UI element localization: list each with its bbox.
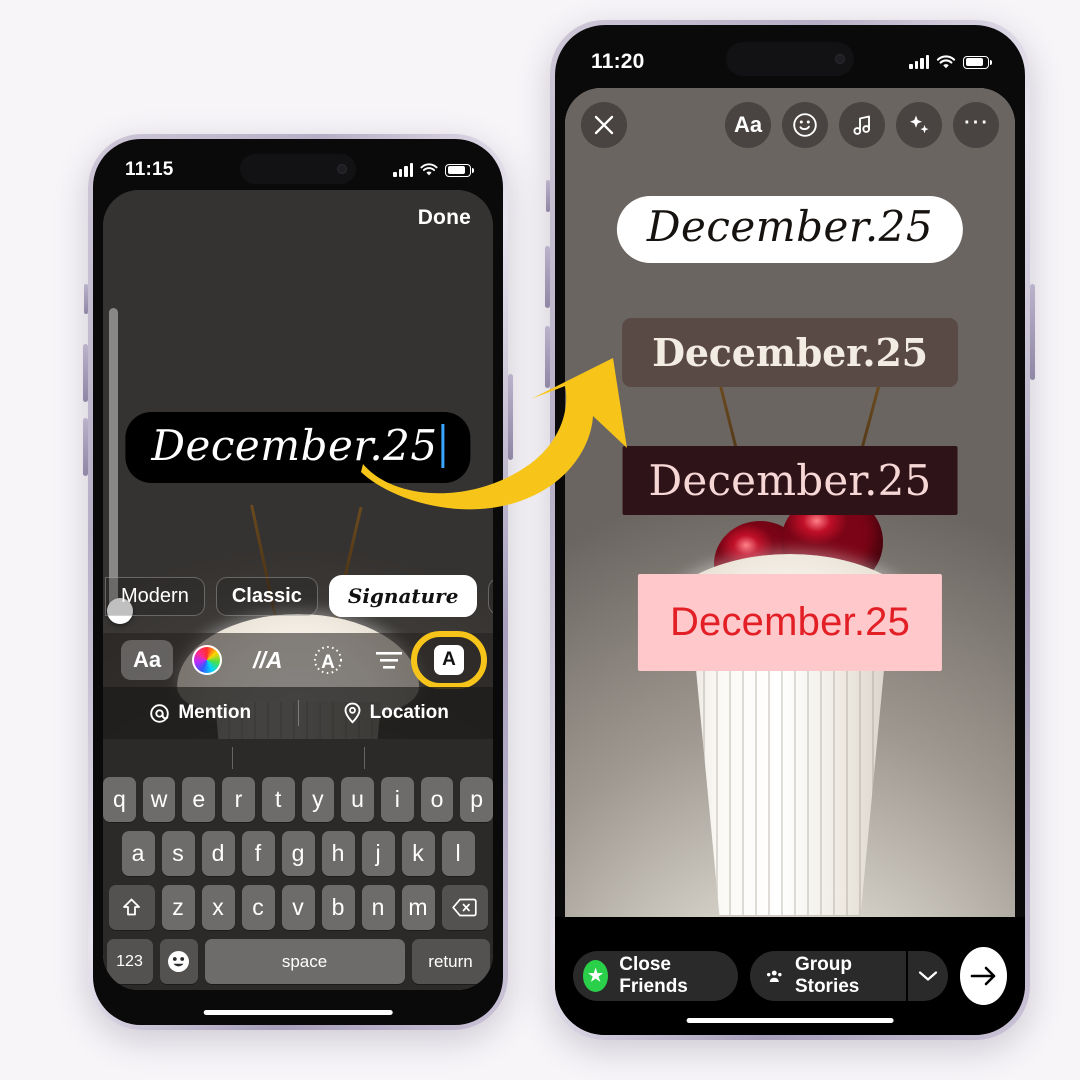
mention-location-row: Mention Location [103, 687, 493, 739]
key-o[interactable]: o [420, 777, 454, 822]
highlight-ring [410, 631, 487, 689]
wifi-icon [936, 55, 956, 68]
key-y[interactable]: y [301, 777, 335, 822]
battery-icon [963, 55, 992, 69]
location-button[interactable]: Location [299, 702, 494, 724]
keyboard-row-2: a s d f g h j k l [103, 831, 493, 876]
key-q[interactable]: q [103, 777, 136, 822]
status-time: 11:15 [125, 159, 174, 180]
close-friends-label: Close Friends [619, 954, 688, 997]
close-icon[interactable] [581, 102, 627, 148]
mention-button[interactable]: Mention [103, 702, 298, 724]
text-background-icon[interactable]: A [410, 631, 487, 689]
font-chip-editor[interactable]: Editor [488, 577, 493, 615]
text-align-icon[interactable] [363, 640, 415, 680]
group-stories-button[interactable]: Group Stories [750, 951, 907, 1001]
aa-size-icon[interactable]: Aa [121, 640, 173, 680]
space-key[interactable]: space [204, 939, 405, 984]
keyboard: q w e r t y u i o p a s d f g h j k l z … [103, 739, 493, 990]
mention-label: Mention [178, 702, 252, 723]
keyboard-row-3: z x c v b n m [103, 885, 493, 930]
canvas: 11:15 Done December.25 Modern Classic Si… [0, 0, 1080, 1080]
at-icon [150, 703, 170, 723]
key-f[interactable]: f [241, 831, 275, 876]
right-status-bar: 11:20 [565, 36, 1015, 88]
story-top-bar: Aa ⋯ [565, 102, 1015, 148]
svg-text:A: A [321, 652, 335, 673]
annotation-arrow [361, 358, 627, 510]
text-effect-icon[interactable]: A [302, 640, 354, 680]
key-b[interactable]: b [321, 885, 355, 930]
star-icon: ★ [583, 960, 609, 992]
chevron-down-icon[interactable] [906, 951, 949, 1001]
emoji-icon[interactable] [159, 939, 198, 984]
key-l[interactable]: l [441, 831, 475, 876]
key-k[interactable]: k [401, 831, 435, 876]
pin-icon [344, 702, 361, 724]
wifi-icon [420, 163, 438, 176]
color-wheel-icon[interactable] [181, 640, 233, 680]
key-g[interactable]: g [281, 831, 315, 876]
cellular-bars-icon [393, 163, 413, 177]
left-status-bar: 11:15 [103, 150, 493, 190]
text-style-modern-pink[interactable]: December.25 [637, 574, 943, 671]
key-z[interactable]: z [161, 885, 195, 930]
key-i[interactable]: i [380, 777, 414, 822]
keyboard-row-4: 123 space return [103, 939, 493, 984]
battery-icon [445, 163, 474, 177]
numbers-key[interactable]: 123 [106, 939, 153, 984]
key-w[interactable]: w [142, 777, 176, 822]
key-u[interactable]: u [341, 777, 374, 822]
group-icon [767, 970, 782, 983]
home-indicator [203, 1010, 393, 1015]
key-n[interactable]: n [361, 885, 395, 930]
key-v[interactable]: v [281, 885, 315, 930]
font-chip-classic[interactable]: Classic [215, 576, 318, 616]
key-j[interactable]: j [361, 831, 395, 876]
cellular-bars-icon [909, 55, 929, 69]
predictive-bar [103, 739, 493, 777]
delete-icon[interactable] [441, 885, 488, 930]
dynamic-island [240, 154, 356, 184]
font-chip-signature[interactable]: Signature [328, 575, 478, 617]
font-chip-modern[interactable]: Modern [105, 576, 205, 616]
key-x[interactable]: x [201, 885, 235, 930]
font-style-chips: Modern Classic Signature Editor Poster [103, 575, 493, 617]
status-time: 11:20 [591, 50, 645, 73]
group-stories-label: Group Stories [794, 954, 860, 997]
send-arrow-icon[interactable] [960, 947, 1007, 1005]
location-label: Location [369, 702, 449, 723]
left-phone-mockup: 11:15 Done December.25 Modern Classic Si… [83, 134, 513, 1030]
text-animation-icon[interactable]: //A [242, 640, 294, 680]
return-key[interactable]: return [411, 939, 490, 984]
more-options-icon[interactable]: ⋯ [953, 102, 999, 148]
music-icon[interactable] [839, 102, 885, 148]
text-tool-bar: Aa //A A A [103, 631, 493, 689]
key-r[interactable]: r [222, 777, 255, 822]
text-style-signature-white[interactable]: December.25 [616, 196, 964, 263]
keyboard-row-1: q w e r t y u i o p [103, 777, 493, 822]
key-a[interactable]: a [121, 831, 155, 876]
text-size-slider[interactable] [107, 308, 133, 624]
key-c[interactable]: c [241, 885, 275, 930]
key-h[interactable]: h [321, 831, 355, 876]
key-t[interactable]: t [261, 777, 295, 822]
effects-icon[interactable] [896, 102, 942, 148]
text-style-serif-maroon[interactable]: December.25 [622, 446, 958, 515]
sticker-icon[interactable] [782, 102, 828, 148]
text-style-classic-brown[interactable]: December.25 [622, 318, 958, 387]
dynamic-island [726, 42, 854, 76]
left-screen: Done December.25 Modern Classic Signatur… [103, 190, 493, 990]
key-e[interactable]: e [182, 777, 216, 822]
text-tool-icon[interactable]: Aa [725, 102, 771, 148]
key-p[interactable]: p [460, 777, 493, 822]
shift-icon[interactable] [108, 885, 155, 930]
done-button[interactable]: Done [418, 206, 471, 230]
home-indicator [686, 1018, 894, 1023]
close-friends-button[interactable]: ★ Close Friends [573, 951, 739, 1001]
key-s[interactable]: s [161, 831, 195, 876]
key-m[interactable]: m [401, 885, 435, 930]
key-d[interactable]: d [201, 831, 235, 876]
